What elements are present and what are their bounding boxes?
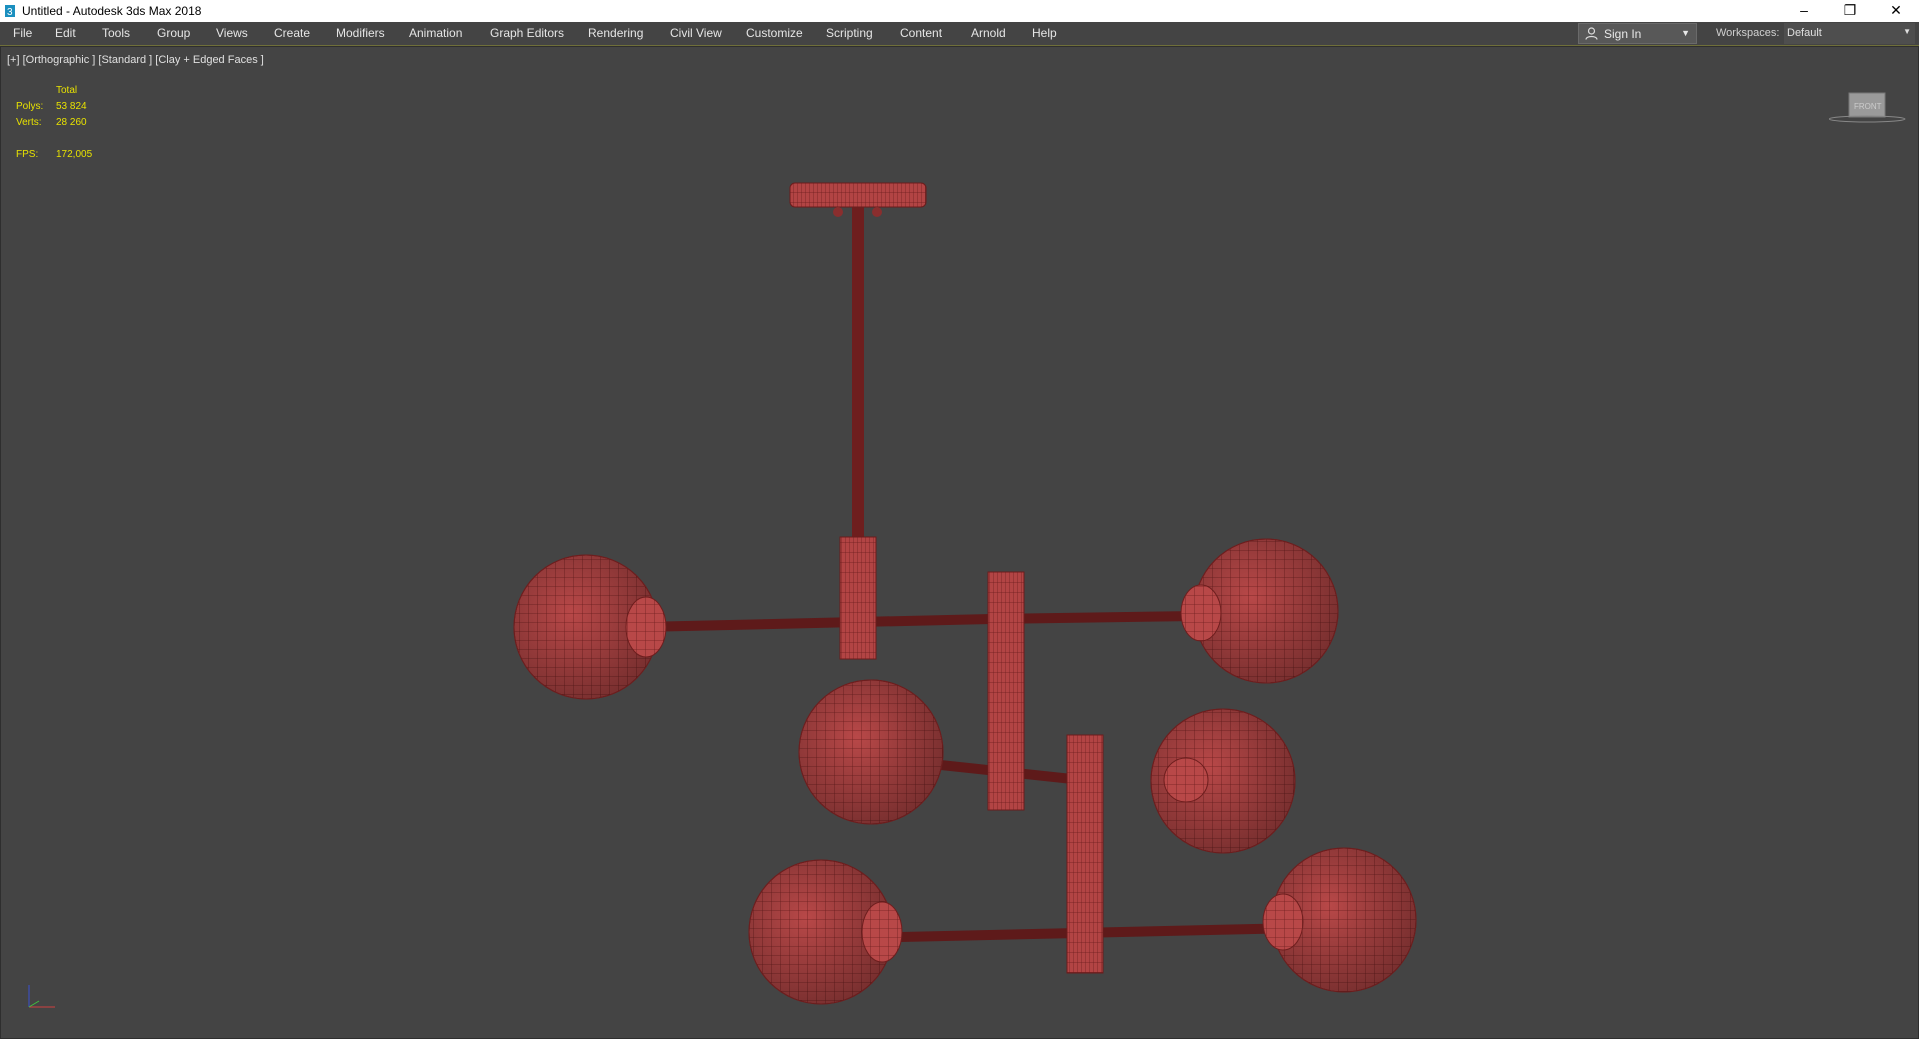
viewcube-label: FRONT [1854, 102, 1882, 111]
menu-help[interactable]: Help [1032, 26, 1057, 41]
user-icon [1585, 27, 1598, 40]
minimize-icon[interactable]: – [1781, 0, 1827, 22]
chandelier-model[interactable] [501, 172, 1441, 1022]
menu-edit[interactable]: Edit [55, 26, 76, 41]
sign-in-label: Sign In [1604, 27, 1642, 41]
close-icon[interactable]: ✕ [1873, 0, 1919, 22]
menu-rendering[interactable]: Rendering [588, 26, 643, 41]
stats-fps-value: 172,005 [56, 149, 93, 160]
stem-cylinder [987, 571, 1025, 811]
viewport-label[interactable]: [+] [Orthographic ] [Standard ] [Clay + … [7, 54, 264, 66]
stats-fps-label: FPS: [16, 149, 39, 160]
down-rod [852, 207, 864, 547]
stem-cylinder [839, 536, 877, 660]
sign-in-button[interactable]: Sign In ▼ [1578, 23, 1697, 44]
viewcube-icon[interactable]: FRONT [1829, 87, 1909, 127]
window-title: Untitled - Autodesk 3ds Max 2018 [22, 4, 202, 18]
app-icon: 3 [5, 5, 15, 18]
stats-total-label: Total [56, 85, 78, 96]
dropdown-arrow-icon[interactable]: ▼ [1681, 28, 1690, 38]
menu-group[interactable]: Group [157, 26, 190, 41]
svg-text:3: 3 [7, 7, 13, 18]
stats-verts-value: 28 260 [56, 117, 87, 128]
axis-tripod-icon [28, 985, 55, 1008]
menu-customize[interactable]: Customize [746, 26, 803, 41]
menu-graph-editors[interactable]: Graph Editors [490, 26, 564, 41]
stem-cylinder [1066, 734, 1104, 974]
title-bar: 3 Untitled - Autodesk 3ds Max 2018 – ❐ ✕ [0, 0, 1919, 22]
dropdown-arrow-icon: ▼ [1903, 27, 1911, 36]
menu-file[interactable]: File [13, 26, 32, 41]
workspaces-label: Workspaces: [1716, 27, 1780, 39]
menu-arnold[interactable]: Arnold [971, 26, 1006, 41]
restore-icon[interactable]: ❐ [1827, 0, 1873, 22]
workspace-value: Default [1787, 27, 1822, 39]
menu-animation[interactable]: Animation [409, 26, 462, 41]
stats-polys-value: 53 824 [56, 101, 87, 112]
menu-civil-view[interactable]: Civil View [670, 26, 722, 41]
menu-scripting[interactable]: Scripting [826, 26, 873, 41]
menu-content[interactable]: Content [900, 26, 942, 41]
stats-verts-label: Verts: [16, 117, 42, 128]
stats-polys-label: Polys: [16, 101, 44, 112]
menu-views[interactable]: Views [216, 26, 248, 41]
menu-create[interactable]: Create [274, 26, 310, 41]
menu-modifiers[interactable]: Modifiers [336, 26, 385, 41]
viewport[interactable]: [+] [Orthographic ] [Standard ] [Clay + … [0, 46, 1919, 1039]
workspaces-select[interactable]: Default ▼ [1784, 23, 1915, 44]
menu-tools[interactable]: Tools [102, 26, 130, 41]
